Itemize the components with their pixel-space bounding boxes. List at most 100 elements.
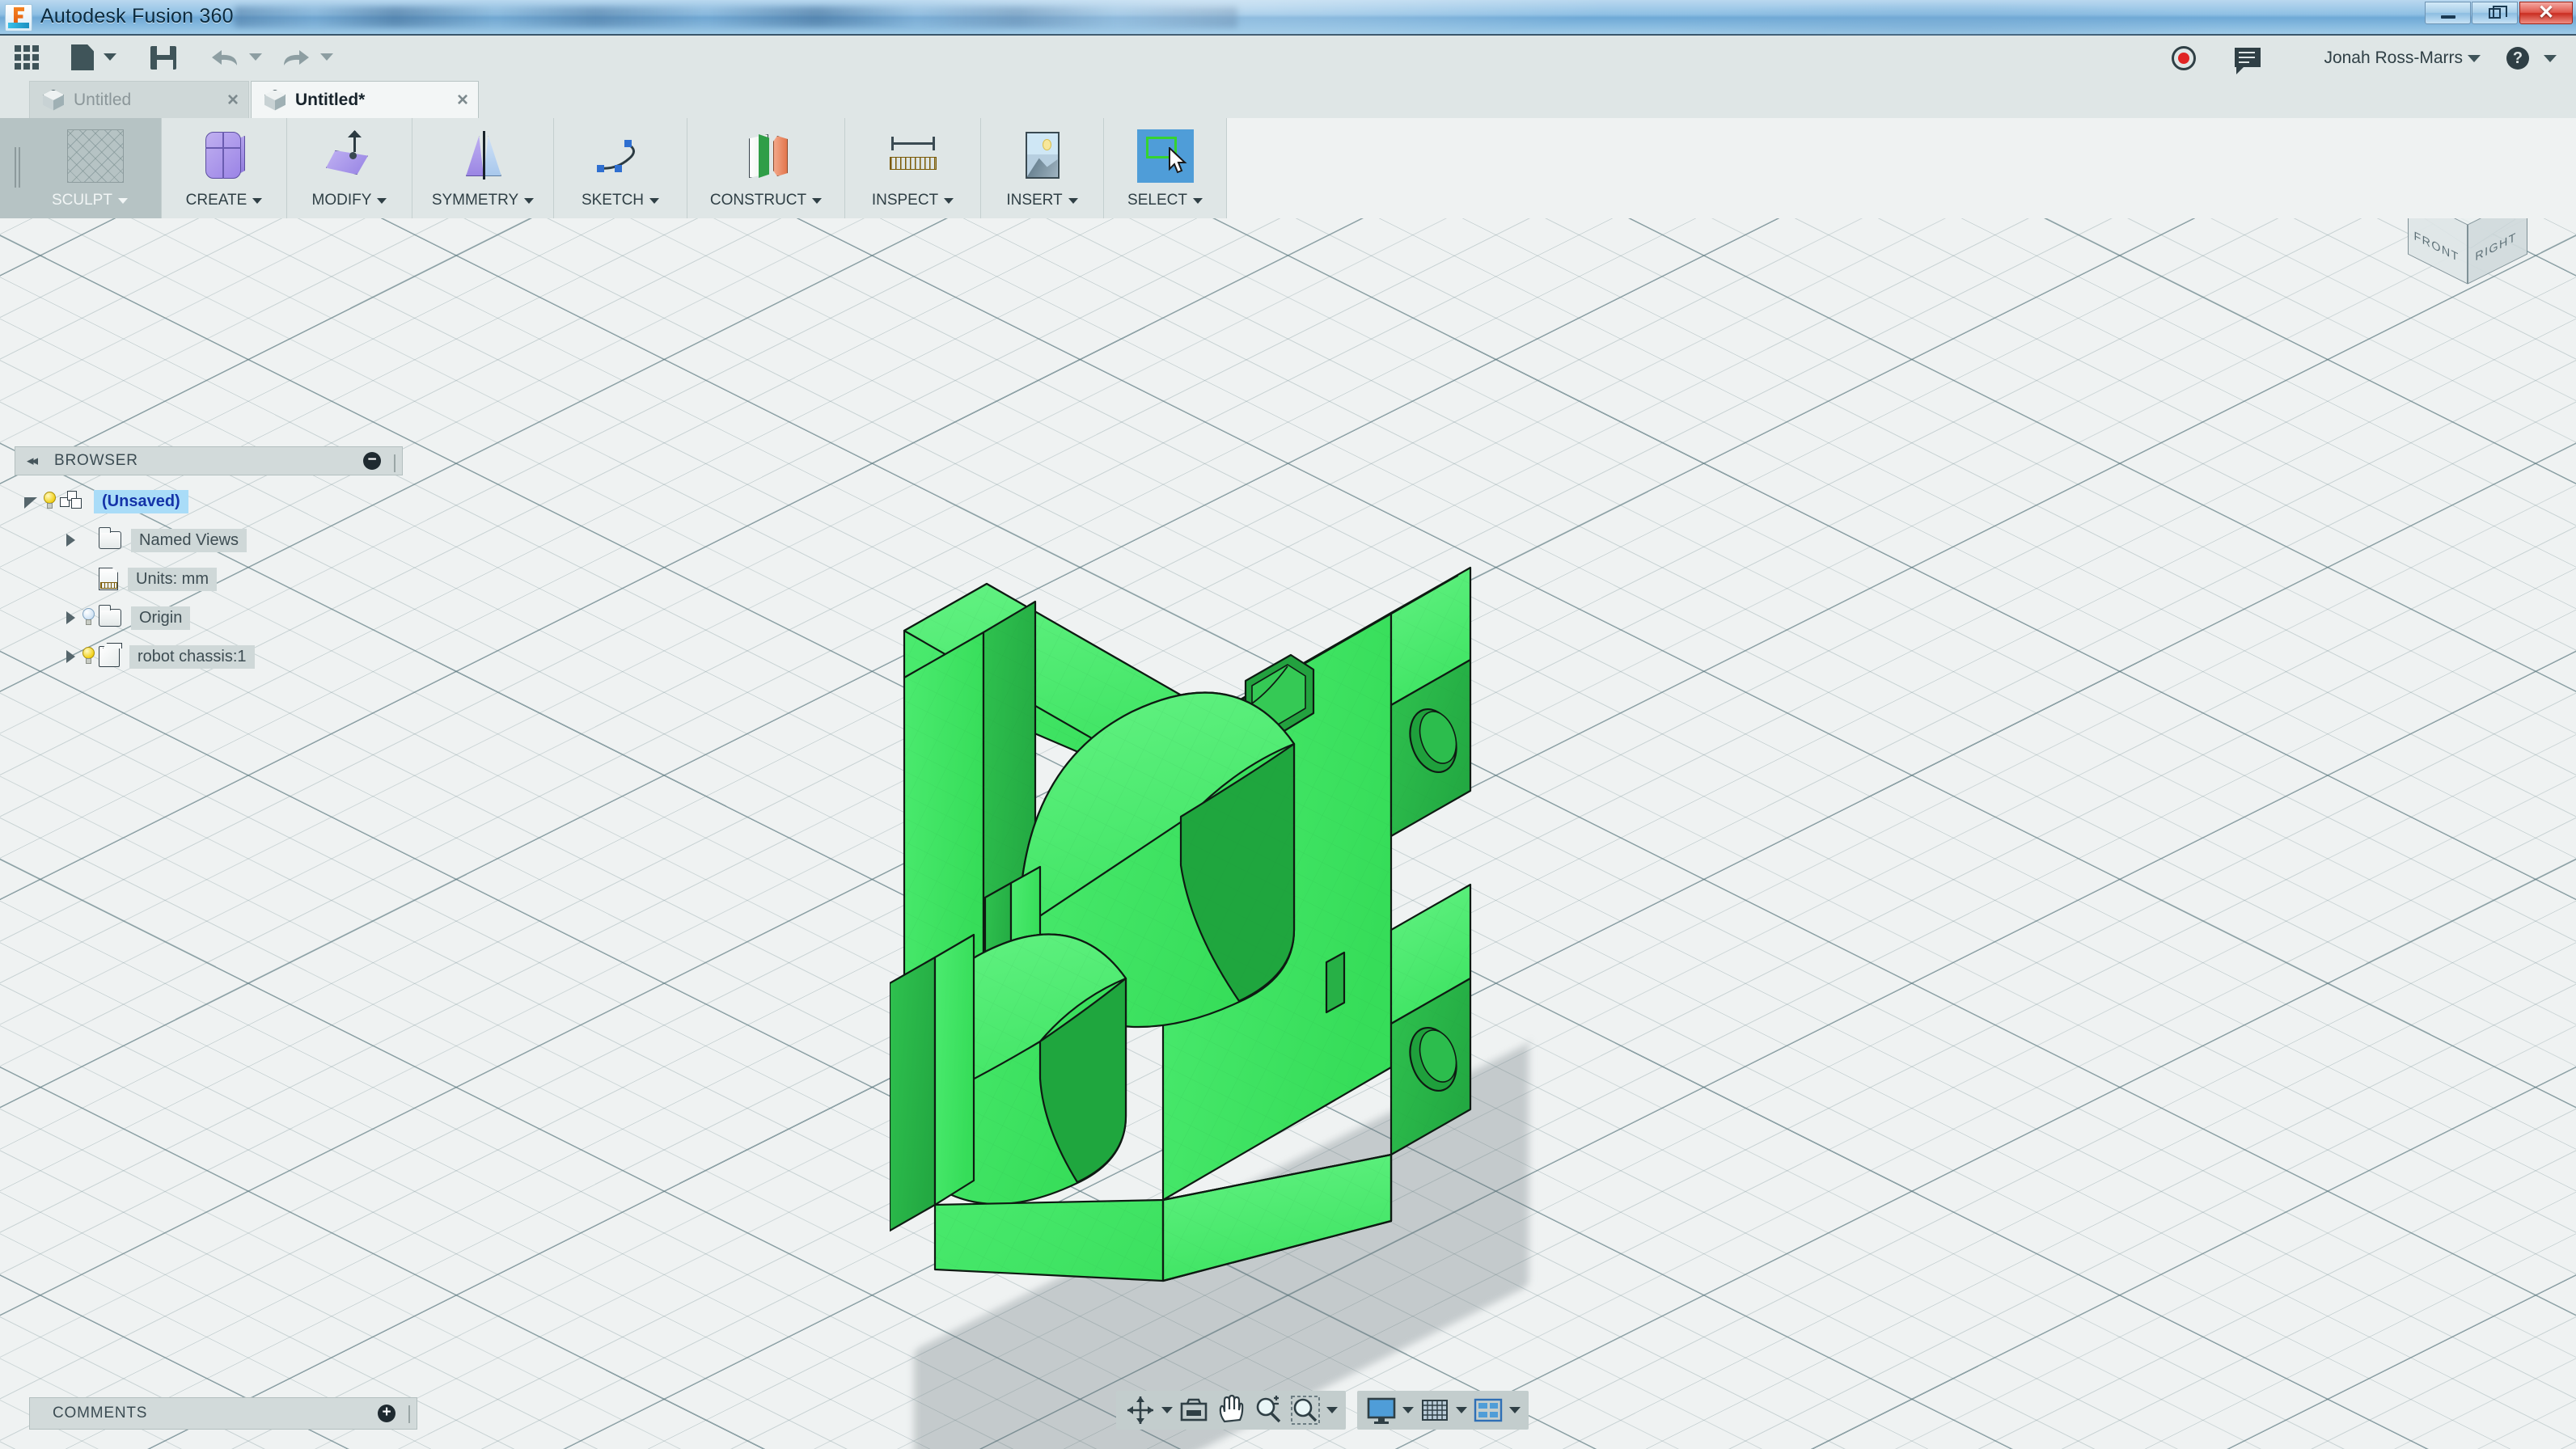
ribbon-label: SELECT — [1127, 192, 1203, 209]
document-tab-untitled[interactable]: Untitled × — [29, 81, 249, 118]
document-tab-untitled-active[interactable]: Untitled* × — [251, 81, 479, 118]
3d-viewport[interactable]: TOP FRONT RIGHT ◂◂ BROWSER − (Unsaved) N… — [0, 218, 2576, 1449]
orbit-icon[interactable] — [1124, 1394, 1157, 1426]
chevron-down-icon[interactable] — [1193, 198, 1203, 204]
fusion360-app-icon — [5, 4, 32, 32]
panel-resize-grip[interactable] — [408, 1405, 411, 1423]
close-icon[interactable]: × — [457, 89, 468, 112]
ribbon-grip-handle[interactable] — [15, 147, 20, 188]
chevron-down-icon[interactable] — [118, 198, 128, 204]
ribbon-item-sculpt[interactable]: SCULPT — [0, 118, 162, 218]
viewcube[interactable]: TOP FRONT RIGHT — [2390, 218, 2544, 287]
new-file-icon[interactable] — [71, 44, 94, 70]
browser-title: BROWSER — [54, 452, 138, 470]
chevron-down-icon[interactable] — [252, 198, 262, 204]
ribbon-item-sketch[interactable]: SKETCH — [554, 118, 687, 218]
navigation-bar — [1116, 1391, 1529, 1430]
pan-hand-icon[interactable] — [1215, 1394, 1247, 1426]
units-doc-icon — [99, 568, 118, 590]
help-dropdown-caret[interactable] — [2544, 55, 2557, 62]
visibility-bulb-icon[interactable] — [79, 607, 99, 628]
visibility-bulb-icon[interactable] — [79, 646, 99, 667]
layout-dropdown-caret[interactable] — [1509, 1407, 1521, 1413]
user-account-name[interactable]: Jonah Ross-Marrs — [2324, 49, 2463, 68]
chevron-down-icon[interactable] — [377, 198, 387, 204]
ribbon-item-insert[interactable]: INSERT — [981, 118, 1104, 218]
undo-icon[interactable] — [210, 49, 239, 66]
tree-row-named-views[interactable]: Named Views — [15, 521, 419, 560]
chevron-down-icon[interactable] — [944, 198, 954, 204]
redo-icon[interactable] — [281, 49, 311, 66]
sculpt-mesh-icon — [67, 129, 124, 183]
sketch-spline-icon — [592, 129, 649, 183]
visibility-bulb-icon[interactable] — [40, 491, 60, 512]
browser-panel-header[interactable]: ◂◂ BROWSER − — [15, 446, 403, 475]
modify-surface-icon — [321, 129, 378, 183]
folder-icon — [99, 609, 121, 627]
expander-icon — [61, 570, 79, 588]
expander-icon[interactable] — [61, 648, 79, 665]
restore-button[interactable] — [2472, 2, 2518, 24]
zoom-icon[interactable] — [1252, 1394, 1284, 1426]
tree-label: Named Views — [131, 529, 247, 552]
quick-access-toolbar: Jonah Ross-Marrs ? — [0, 36, 2576, 78]
grid-dropdown-caret[interactable] — [1456, 1407, 1467, 1413]
chevron-down-icon[interactable] — [812, 198, 822, 204]
expander-icon[interactable] — [61, 531, 79, 549]
expander-icon[interactable] — [61, 609, 79, 627]
ribbon-item-select[interactable]: SELECT — [1104, 118, 1227, 218]
construct-plane-icon — [738, 129, 794, 183]
ribbon-label: MODIFY — [312, 192, 387, 209]
minimize-button[interactable] — [2425, 2, 2471, 24]
save-icon[interactable] — [150, 46, 176, 70]
tree-label: robot chassis:1 — [129, 645, 255, 669]
chevron-down-icon[interactable] — [649, 198, 659, 204]
browser-settings-button[interactable]: − — [363, 452, 381, 470]
tree-row-unsaved[interactable]: (Unsaved) — [15, 482, 419, 521]
document-cube-icon — [43, 90, 64, 111]
component-icon — [60, 491, 84, 512]
zoom-window-icon[interactable] — [1289, 1394, 1322, 1426]
user-account-dropdown-caret[interactable] — [2468, 55, 2481, 62]
tree-row-origin[interactable]: Origin — [15, 598, 419, 637]
ribbon-item-modify[interactable]: MODIFY — [287, 118, 412, 218]
ribbon-item-inspect[interactable]: INSPECT — [845, 118, 981, 218]
navbar-group-navigation — [1116, 1391, 1346, 1430]
tree-row-robot-chassis[interactable]: robot chassis:1 — [15, 637, 419, 676]
tree-row-units[interactable]: Units: mm — [15, 560, 419, 598]
look-at-icon[interactable] — [1178, 1394, 1210, 1426]
chevron-down-icon[interactable] — [524, 198, 534, 204]
display-dropdown-caret[interactable] — [1402, 1407, 1414, 1413]
ribbon-item-symmetry[interactable]: SYMMETRY — [412, 118, 554, 218]
app-menu-grid-icon[interactable] — [15, 45, 39, 69]
ribbon-item-construct[interactable]: CONSTRUCT — [687, 118, 845, 218]
viewport-layout-icon[interactable] — [1472, 1394, 1504, 1426]
document-cube-icon — [264, 90, 286, 111]
display-settings-icon[interactable] — [1365, 1394, 1398, 1426]
window-title: Autodesk Fusion 360 — [40, 5, 234, 28]
undo-dropdown-caret[interactable] — [249, 53, 262, 61]
tree-label: (Unsaved) — [94, 490, 188, 513]
comments-panel-header[interactable]: COMMENTS + — [29, 1397, 417, 1430]
zoom-dropdown-caret[interactable] — [1326, 1407, 1338, 1413]
collapse-icon[interactable]: ◂◂ — [27, 453, 36, 469]
add-comment-button[interactable]: + — [378, 1405, 395, 1422]
notifications-comment-icon[interactable] — [2235, 48, 2261, 67]
help-icon[interactable]: ? — [2506, 47, 2529, 70]
chevron-down-icon[interactable] — [1068, 198, 1078, 204]
redo-dropdown-caret[interactable] — [320, 53, 333, 61]
grid-snaps-icon[interactable] — [1419, 1394, 1451, 1426]
panel-resize-grip[interactable] — [394, 454, 396, 472]
close-button[interactable]: ✕ — [2519, 2, 2573, 24]
ribbon-item-create[interactable]: CREATE — [162, 118, 287, 218]
ribbon-label: SYMMETRY — [432, 192, 534, 209]
orbit-dropdown-caret[interactable] — [1161, 1407, 1173, 1413]
new-file-dropdown-caret[interactable] — [104, 53, 116, 61]
close-icon[interactable]: × — [227, 89, 239, 112]
expander-icon[interactable] — [23, 492, 40, 510]
tree-label: Units: mm — [128, 568, 217, 591]
folder-icon — [99, 531, 121, 549]
ribbon-toolbar: SCULPT CREATE MODIFY SYMMETRY SKETCH CON… — [0, 118, 2576, 218]
screencast-record-icon[interactable] — [2172, 46, 2196, 70]
robot-chassis-body[interactable] — [890, 364, 1666, 1318]
